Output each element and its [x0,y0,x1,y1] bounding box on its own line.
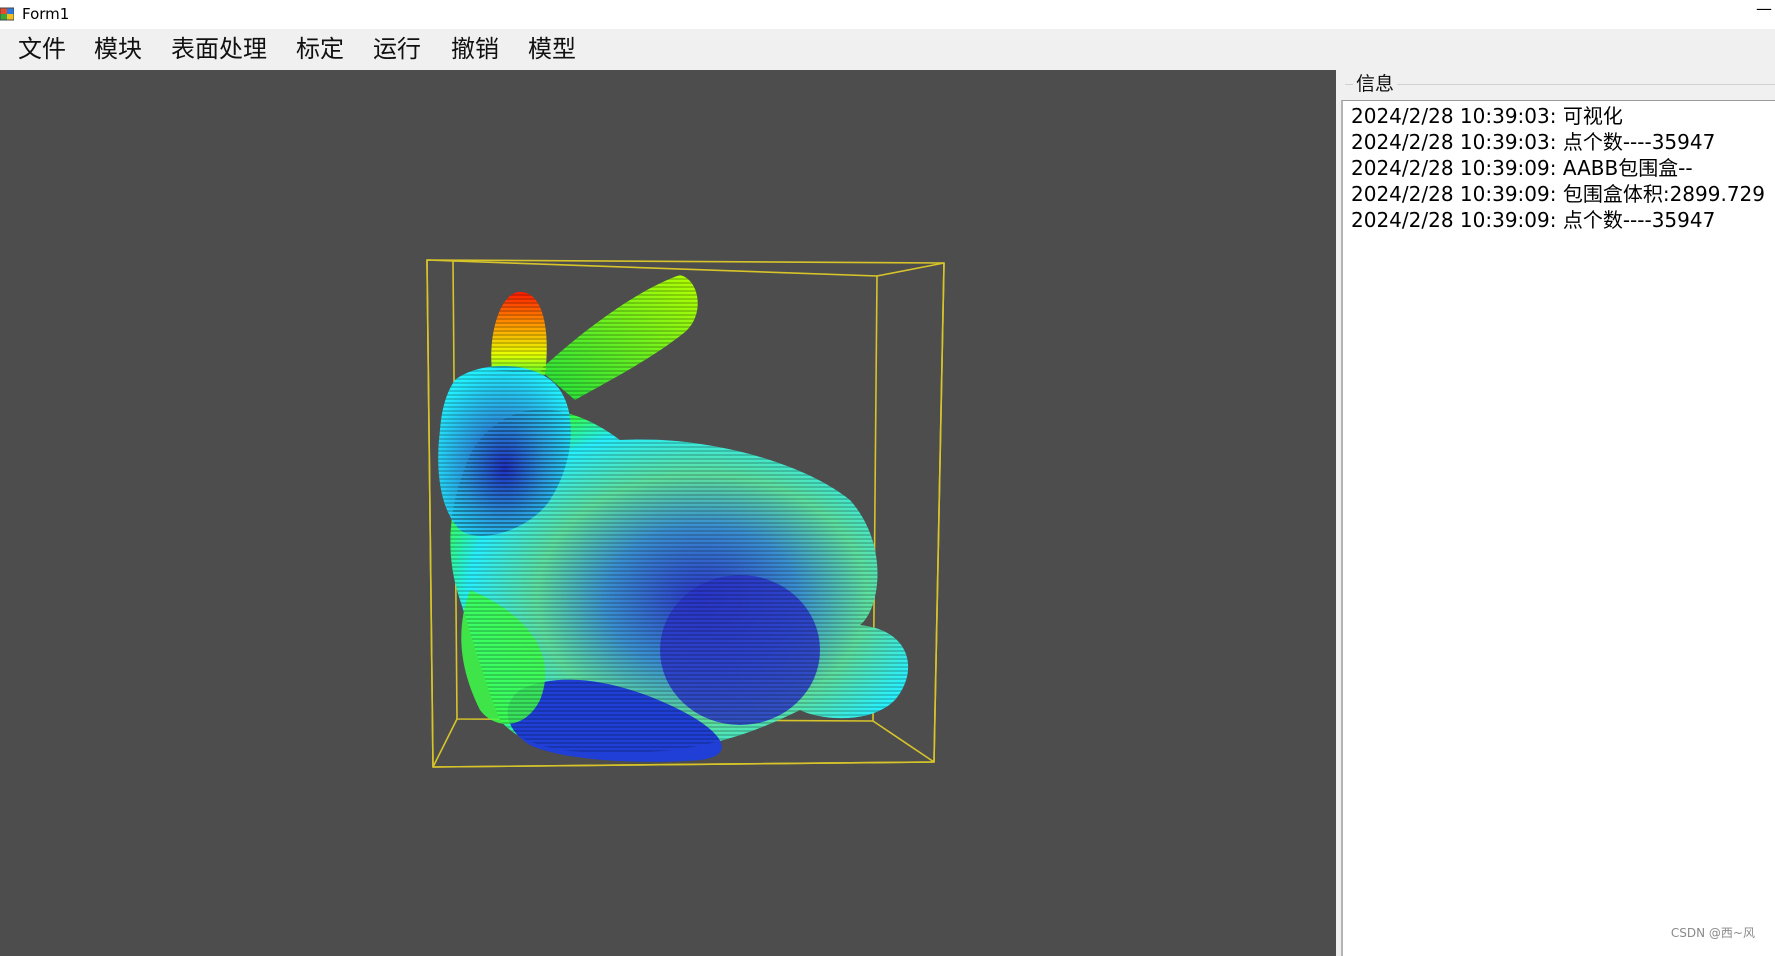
menu-calibration[interactable]: 标定 [294,33,346,65]
main-window: Form1 — 文件 模块 表面处理 标定 运行 撤销 模型 信息 2024/2… [0,0,1775,956]
info-log-list[interactable]: 2024/2/28 10:39:03: 可视化 2024/2/28 10:39:… [1341,100,1775,956]
log-entry: 2024/2/28 10:39:03: 点个数----35947 [1351,130,1716,154]
window-title: Form1 [22,5,70,23]
bunny-model [438,275,909,762]
menu-run[interactable]: 运行 [371,33,423,65]
watermark: CSDN @西~风 [1670,926,1755,940]
3d-viewport[interactable] [0,70,1336,956]
menu-file[interactable]: 文件 [16,33,68,65]
menu-bar: 文件 模块 表面处理 标定 运行 撤销 模型 [0,29,1775,70]
menu-undo[interactable]: 撤销 [449,33,501,65]
log-entry: 2024/2/28 10:39:09: 包围盒体积:2899.729 [1351,182,1765,206]
menu-module[interactable]: 模块 [92,33,144,65]
title-bar: Form1 — [0,0,1775,30]
log-entry: 2024/2/28 10:39:03: 可视化 [1351,104,1623,128]
minimize-button[interactable]: — [1753,0,1775,29]
info-groupbox: 信息 2024/2/28 10:39:03: 可视化 2024/2/28 10:… [1341,70,1775,956]
groupbox-border [1345,84,1775,85]
app-icon [0,7,14,21]
log-entry: 2024/2/28 10:39:09: AABB包围盒-- [1351,156,1693,180]
point-cloud-render [426,259,945,768]
menu-surface-processing[interactable]: 表面处理 [169,33,269,65]
log-entry: 2024/2/28 10:39:09: 点个数----35947 [1351,208,1716,232]
info-groupbox-title: 信息 [1353,72,1398,96]
menu-model[interactable]: 模型 [526,33,578,65]
